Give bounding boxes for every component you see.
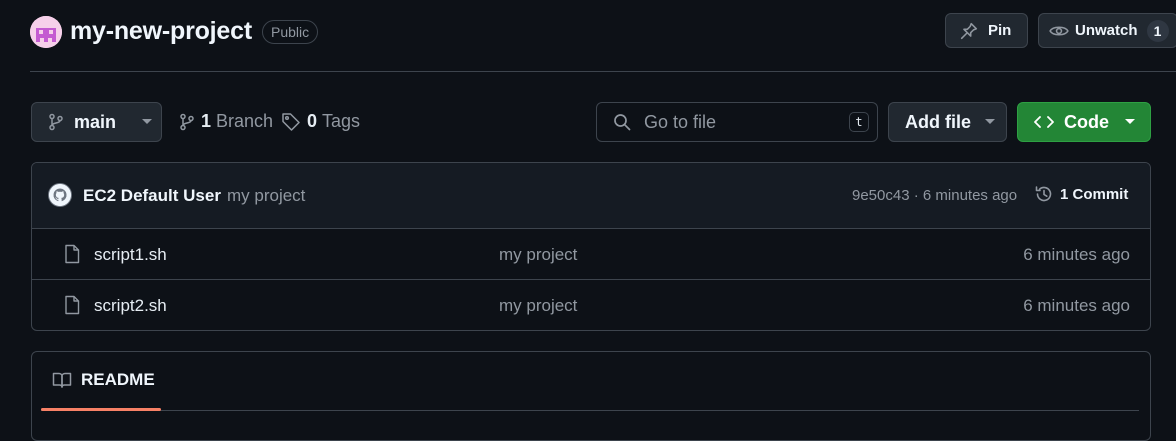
tag-count: 0 xyxy=(307,111,318,131)
code-button[interactable]: Code xyxy=(1017,102,1151,142)
active-tab-indicator xyxy=(41,408,161,411)
file-name-link[interactable]: script1.sh xyxy=(94,245,167,265)
watch-count: 1 xyxy=(1146,19,1169,42)
add-file-button[interactable]: Add file xyxy=(888,102,1007,142)
header-divider xyxy=(30,71,1176,72)
code-label: Code xyxy=(1064,111,1109,132)
file-commit-message[interactable]: my project xyxy=(499,296,577,316)
chevron-down-icon xyxy=(1125,119,1135,125)
tag-icon xyxy=(281,112,301,132)
go-to-file-search[interactable]: t xyxy=(596,102,878,142)
history-icon xyxy=(1034,184,1054,204)
commit-history-link[interactable]: 1 Commit xyxy=(1034,184,1128,204)
pin-button[interactable]: Pin xyxy=(945,13,1028,48)
latest-commit-bar: EC2 Default User my project 9e50c43 · 6 … xyxy=(32,163,1150,229)
branch-name: main xyxy=(74,111,117,132)
commit-hash-time[interactable]: 9e50c43 · 6 minutes ago xyxy=(852,187,1017,204)
keyboard-shortcut-hint: t xyxy=(849,112,869,132)
pin-icon xyxy=(960,22,978,40)
book-icon xyxy=(52,371,72,389)
add-file-label: Add file xyxy=(905,111,971,132)
branches-link[interactable]: 1 Branch xyxy=(179,111,273,132)
commit-author-avatar[interactable] xyxy=(48,183,72,207)
commit-message[interactable]: my project xyxy=(227,186,305,206)
readme-divider xyxy=(41,410,1139,411)
tag-count-label: Tags xyxy=(322,111,361,131)
branch-selector[interactable]: main xyxy=(31,102,162,142)
unwatch-button[interactable]: Unwatch 1 xyxy=(1038,13,1176,48)
git-branch-icon xyxy=(48,113,64,131)
file-row[interactable]: script1.sh my project 6 minutes ago xyxy=(32,229,1150,280)
readme-tab-label: README xyxy=(81,370,155,389)
tags-link[interactable]: 0 Tags xyxy=(281,111,360,132)
file-name-link[interactable]: script2.sh xyxy=(94,296,167,316)
repo-name-link[interactable]: my-new-project xyxy=(70,17,252,46)
file-browser: EC2 Default User my project 9e50c43 · 6 … xyxy=(31,162,1151,331)
branch-count-label: Branch xyxy=(216,111,274,131)
readme-panel: README xyxy=(31,351,1151,441)
repo-owner-avatar[interactable] xyxy=(30,16,62,48)
file-commit-time: 6 minutes ago xyxy=(1023,245,1130,264)
commit-author[interactable]: EC2 Default User xyxy=(83,186,221,206)
file-commit-message[interactable]: my project xyxy=(499,245,577,265)
search-icon xyxy=(613,113,631,131)
commit-count-label: 1 Commit xyxy=(1060,185,1129,203)
file-icon xyxy=(64,295,80,315)
eye-icon xyxy=(1049,22,1069,40)
chevron-down-icon xyxy=(142,119,153,125)
code-icon xyxy=(1034,115,1054,129)
pin-label: Pin xyxy=(988,22,1012,39)
unwatch-label: Unwatch xyxy=(1075,22,1138,39)
search-input[interactable] xyxy=(642,110,836,134)
file-icon xyxy=(64,244,80,264)
visibility-badge: Public xyxy=(262,20,319,44)
branch-count: 1 xyxy=(201,111,212,131)
chevron-down-icon xyxy=(985,119,995,125)
file-commit-time: 6 minutes ago xyxy=(1023,296,1130,315)
readme-tab[interactable]: README xyxy=(52,370,155,390)
git-branch-icon xyxy=(179,113,195,131)
file-row[interactable]: script2.sh my project 6 minutes ago xyxy=(32,280,1150,330)
